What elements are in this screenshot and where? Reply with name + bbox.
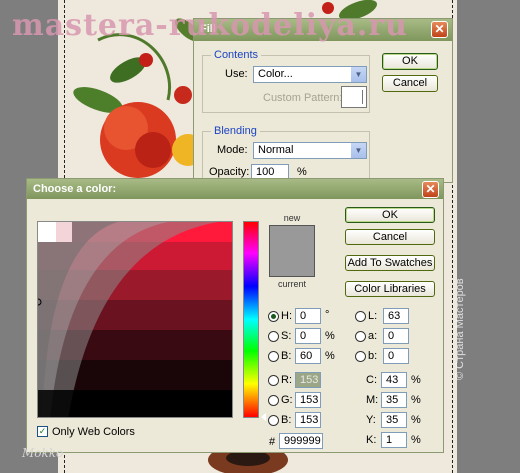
- hue-slider-handle[interactable]: [261, 413, 266, 421]
- b-label: B:: [281, 350, 292, 362]
- hex-label: #: [269, 436, 276, 448]
- l-field[interactable]: 63: [383, 308, 409, 324]
- radio-h[interactable]: [268, 311, 279, 322]
- m-field[interactable]: 35: [381, 392, 407, 408]
- fill-ok-button[interactable]: OK: [382, 53, 438, 70]
- custom-pattern-picker[interactable]: [341, 86, 367, 108]
- fill-close-button[interactable]: ✕: [431, 21, 448, 38]
- copyright-watermark: © Страна Мастеров: [454, 278, 467, 380]
- picker-cancel-button[interactable]: Cancel: [345, 229, 435, 245]
- use-select[interactable]: Color... ▼: [253, 66, 367, 83]
- h-label: H:: [281, 310, 292, 322]
- mode-select[interactable]: Normal ▼: [253, 142, 367, 159]
- hex-field[interactable]: 999999: [279, 433, 323, 449]
- k-unit: %: [411, 434, 421, 446]
- a-field[interactable]: 0: [383, 328, 409, 344]
- opacity-unit: %: [297, 166, 307, 178]
- g-label: G:: [281, 394, 293, 406]
- fill-cancel-button[interactable]: Cancel: [382, 75, 438, 92]
- add-to-swatches-button[interactable]: Add To Swatches: [345, 255, 435, 271]
- only-web-colors-label: Only Web Colors: [52, 426, 135, 438]
- b-field[interactable]: 60: [295, 348, 321, 364]
- mode-label: Mode:: [217, 144, 248, 156]
- blending-group-label: Blending: [211, 125, 260, 137]
- contents-group-label: Contents: [211, 49, 262, 61]
- site-watermark: mastera-rukodeliya.ru: [12, 8, 408, 43]
- color-libraries-button[interactable]: Color Libraries: [345, 281, 435, 297]
- picker-ok-button[interactable]: OK: [345, 207, 435, 223]
- custom-pattern-label: Custom Pattern:: [263, 92, 343, 104]
- background-right-panel: [457, 0, 520, 473]
- radio-s[interactable]: [268, 331, 279, 342]
- g-field[interactable]: 153: [295, 392, 321, 408]
- current-color-label: current: [277, 279, 306, 289]
- radio-r[interactable]: [268, 375, 279, 386]
- radio-lab-b[interactable]: [355, 351, 366, 362]
- lab-b-label: b:: [368, 350, 378, 362]
- m-unit: %: [411, 394, 421, 406]
- radio-g[interactable]: [268, 395, 279, 406]
- chevron-down-icon: ▼: [351, 143, 366, 158]
- color-field-gradient: [38, 222, 232, 417]
- s-unit: %: [325, 330, 335, 342]
- opacity-label: Opacity:: [209, 166, 250, 178]
- a-label: a:: [368, 330, 378, 342]
- k-label: K:: [366, 434, 377, 446]
- y-field[interactable]: 35: [381, 412, 407, 428]
- s-field[interactable]: 0: [295, 328, 321, 344]
- color-field[interactable]: [37, 221, 233, 418]
- picker-title: Choose a color:: [27, 179, 443, 199]
- h-unit: °: [325, 309, 330, 321]
- r-field[interactable]: 153: [295, 372, 321, 388]
- l-label: L:: [368, 310, 378, 322]
- use-label: Use:: [225, 68, 248, 80]
- radio-rgb-b[interactable]: [268, 415, 279, 426]
- radio-l[interactable]: [355, 311, 366, 322]
- contents-group: Contents Use: Color... ▼ Custom Pattern:: [202, 49, 370, 113]
- b-unit: %: [325, 350, 335, 362]
- h-field[interactable]: 0: [295, 308, 321, 324]
- s-label: S:: [281, 330, 292, 342]
- only-web-colors-checkbox[interactable]: ✓: [37, 426, 48, 437]
- color-picker-dialog: Choose a color: ✕ new current OK Cancel …: [26, 178, 444, 453]
- hue-slider[interactable]: [243, 221, 259, 418]
- color-preview-swatch: [269, 225, 315, 277]
- picker-close-button[interactable]: ✕: [422, 181, 439, 198]
- c-unit: %: [411, 374, 421, 386]
- new-color-label: new: [283, 213, 301, 223]
- radio-b[interactable]: [268, 351, 279, 362]
- rgb-b-field[interactable]: 153: [295, 412, 321, 428]
- m-label: M:: [366, 394, 379, 406]
- y-label: Y:: [366, 414, 376, 426]
- use-select-value: Color...: [258, 68, 293, 80]
- y-unit: %: [411, 414, 421, 426]
- author-watermark: Mokko: [22, 446, 64, 460]
- chevron-down-icon: ▼: [351, 67, 366, 82]
- rgb-b-label: B:: [281, 414, 292, 426]
- k-field[interactable]: 1: [381, 432, 407, 448]
- c-label: C:: [366, 374, 377, 386]
- c-field[interactable]: 43: [381, 372, 407, 388]
- lab-b-field[interactable]: 0: [383, 348, 409, 364]
- r-label: R:: [281, 374, 292, 386]
- radio-a[interactable]: [355, 331, 366, 342]
- mode-select-value: Normal: [258, 144, 294, 156]
